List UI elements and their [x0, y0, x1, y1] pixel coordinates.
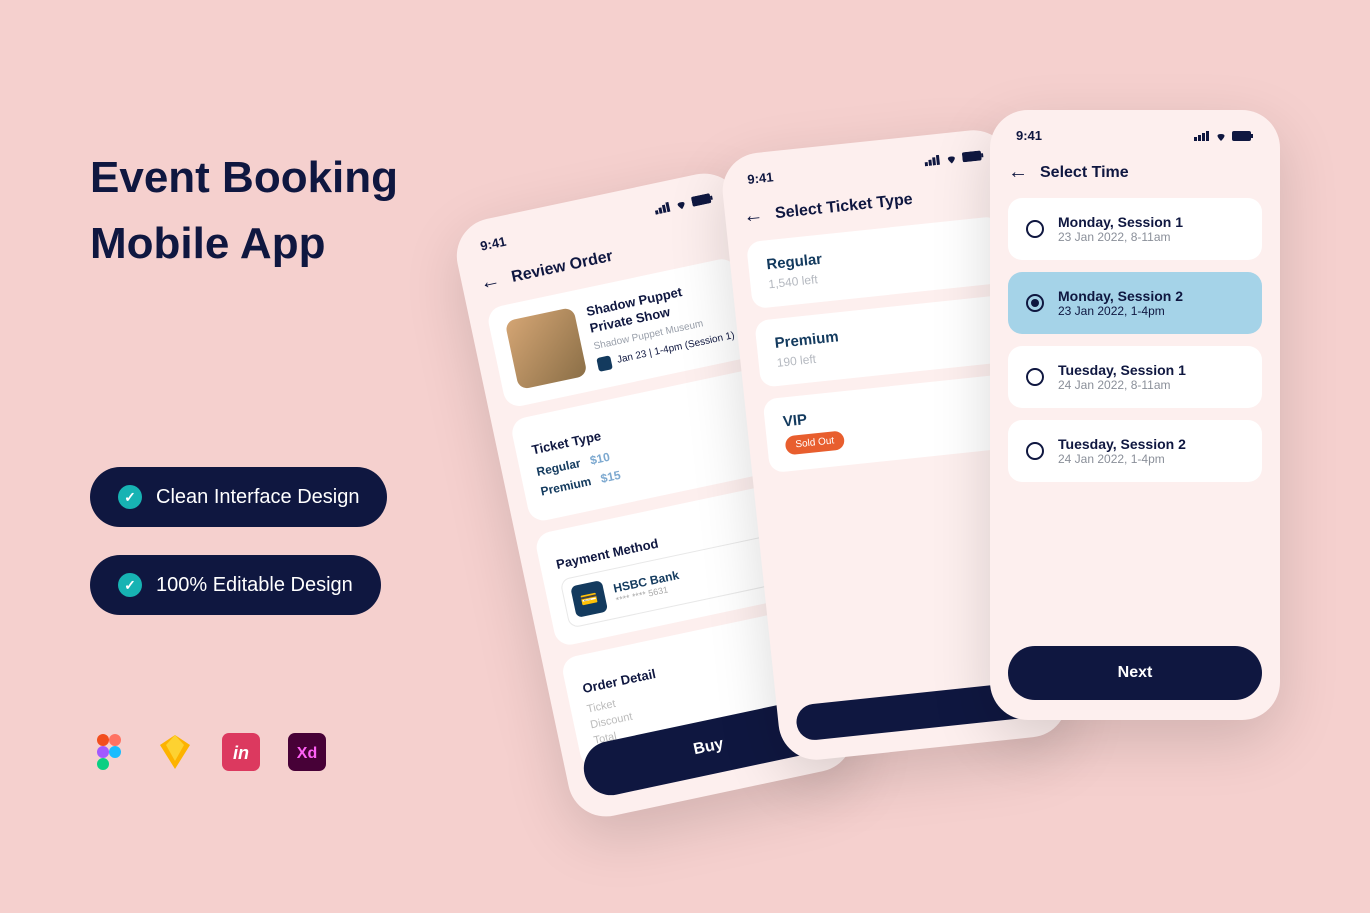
session-datetime: 24 Jan 2022, 1-4pm: [1058, 452, 1186, 466]
session-title: Monday, Session 1: [1058, 214, 1183, 230]
feature-pill: ✓ 100% Editable Design: [90, 555, 381, 615]
session-datetime: 23 Jan 2022, 8-11am: [1058, 230, 1183, 244]
back-icon[interactable]: ←: [478, 269, 502, 296]
radio-icon-selected: [1026, 294, 1044, 312]
feature-text: 100% Editable Design: [156, 574, 353, 597]
signal-icon: [924, 154, 941, 166]
ticket-name: VIP: [782, 391, 1001, 431]
check-icon: ✓: [118, 485, 142, 509]
battery-icon: [1232, 131, 1254, 141]
ticket-label: Premium: [539, 474, 592, 498]
signal-icon: [1194, 131, 1210, 141]
time-option-selected[interactable]: Monday, Session 2 23 Jan 2022, 1-4pm: [1008, 272, 1262, 334]
session-title: Tuesday, Session 2: [1058, 436, 1186, 452]
svg-text:in: in: [233, 743, 249, 763]
ticket-label: Regular: [535, 456, 582, 479]
battery-icon: [962, 150, 985, 162]
status-time: 9:41: [747, 169, 774, 187]
check-icon: ✓: [118, 573, 142, 597]
back-icon[interactable]: ←: [1008, 161, 1028, 184]
feature-pill: ✓ Clean Interface Design: [90, 467, 387, 527]
status-time: 9:41: [1016, 128, 1042, 143]
status-icons: [654, 192, 715, 214]
signal-icon: [654, 201, 672, 214]
wifi-icon: [1214, 131, 1228, 141]
next-button[interactable]: Next: [1008, 646, 1262, 700]
feature-text: Clean Interface Design: [156, 486, 359, 509]
phone-select-time: 9:41 ← Select Time Monday, Session 1 23 …: [990, 110, 1280, 720]
figma-icon: [90, 733, 128, 771]
session-datetime: 24 Jan 2022, 8-11am: [1058, 378, 1186, 392]
time-option[interactable]: Tuesday, Session 1 24 Jan 2022, 8-11am: [1008, 346, 1262, 408]
session-title: Tuesday, Session 1: [1058, 362, 1186, 378]
headline-line1: Event Booking: [90, 145, 490, 211]
status-time: 9:41: [479, 234, 508, 254]
session-title: Monday, Session 2: [1058, 288, 1183, 304]
wifi-icon: [944, 152, 959, 163]
session-datetime: 23 Jan 2022, 1-4pm: [1058, 304, 1183, 318]
invision-icon: in: [222, 733, 260, 771]
svg-text:Xd: Xd: [297, 745, 317, 762]
time-option[interactable]: Tuesday, Session 2 24 Jan 2022, 1-4pm: [1008, 420, 1262, 482]
ticket-option-vip[interactable]: VIP Sold Out: [763, 373, 1023, 473]
radio-icon: [1026, 220, 1044, 238]
screen-title: Select Ticket Type: [774, 190, 913, 222]
sold-out-badge: Sold Out: [785, 430, 846, 455]
status-icons: [924, 150, 985, 166]
calendar-icon: [596, 355, 613, 372]
event-thumbnail: [505, 307, 588, 390]
headline-line2: Mobile App: [90, 211, 490, 277]
wifi-icon: [673, 197, 689, 210]
radio-icon: [1026, 368, 1044, 386]
status-icons: [1194, 131, 1254, 141]
radio-icon: [1026, 442, 1044, 460]
back-icon[interactable]: ←: [742, 204, 764, 229]
tool-icons-row: in Xd: [90, 733, 490, 771]
ticket-price: $10: [589, 450, 612, 468]
xd-icon: Xd: [288, 733, 326, 771]
page-headline: Event Booking Mobile App: [90, 145, 490, 277]
ticket-option-premium[interactable]: Premium 190 left: [754, 294, 1014, 387]
battery-icon: [691, 192, 715, 206]
ticket-price: $15: [599, 468, 622, 486]
card-icon: 💳: [570, 580, 608, 618]
time-option[interactable]: Monday, Session 1 23 Jan 2022, 8-11am: [1008, 198, 1262, 260]
detail-label: Ticket: [586, 698, 617, 716]
sketch-icon: [156, 733, 194, 771]
screen-title: Select Time: [1040, 164, 1129, 182]
